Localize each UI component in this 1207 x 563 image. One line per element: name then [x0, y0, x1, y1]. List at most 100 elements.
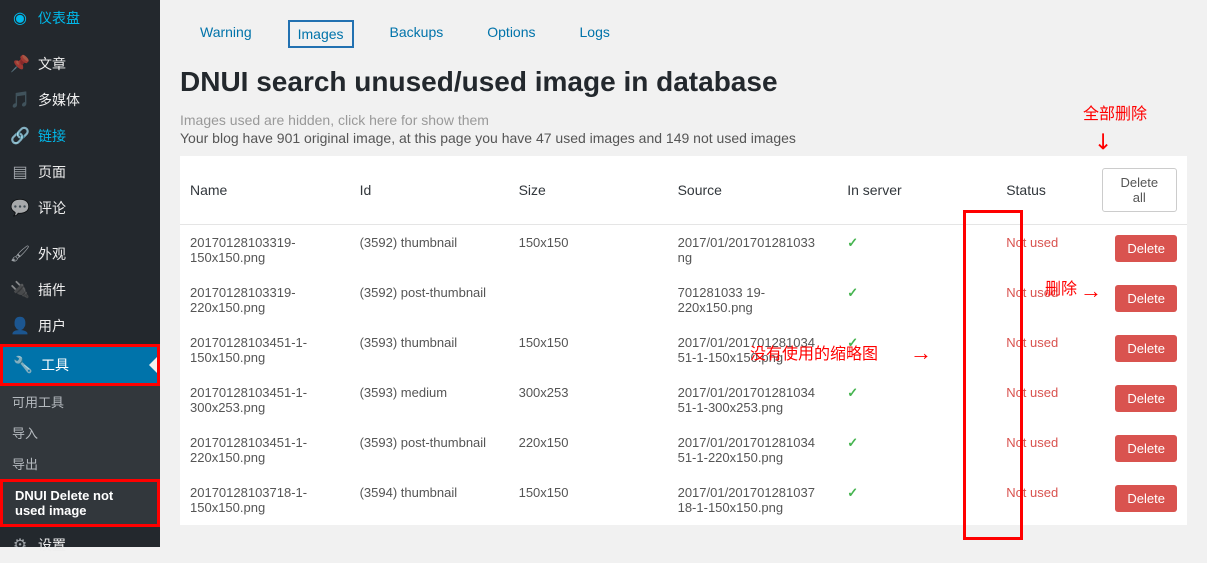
cell-status: Not used: [996, 375, 1091, 425]
tab-bar: Warning Images Backups Options Logs: [180, 10, 1187, 62]
cell-id: (3593) thumbnail: [350, 325, 509, 375]
sidebar-item-links[interactable]: 🔗链接: [0, 118, 160, 154]
cell-action: Delete: [1092, 225, 1187, 276]
settings-icon: ⚙: [10, 535, 30, 555]
cell-id: (3594) thumbnail: [350, 475, 509, 525]
plug-icon: 🔌: [10, 280, 30, 300]
tab-warning[interactable]: Warning: [192, 20, 260, 48]
sidebar-subitem-available[interactable]: 可用工具: [0, 386, 160, 417]
sidebar-item-users[interactable]: 👤用户: [0, 308, 160, 344]
sidebar-subitem-dnui[interactable]: DNUI Delete not used image: [0, 479, 160, 527]
pin-icon: 📌: [10, 54, 30, 74]
show-hidden-hint[interactable]: Images used are hidden, click here for s…: [180, 112, 1187, 128]
cell-inserver: ✓: [837, 275, 996, 325]
check-icon: ✓: [847, 335, 858, 350]
admin-sidebar: ◉仪表盘 📌文章 🎵多媒体 🔗链接 ▤页面 💬评论 🖌外观 🔌插件 👤用户 🔧工…: [0, 0, 160, 547]
cell-inserver: ✓: [837, 325, 996, 375]
cell-status: Not used: [996, 475, 1091, 525]
sidebar-subitem-import[interactable]: 导入: [0, 417, 160, 448]
page-icon: ▤: [10, 162, 30, 182]
images-table: Name Id Size Source In server Status Del…: [180, 156, 1187, 525]
cell-source: 2017/01/201701281034 51-1-300x253.png: [668, 375, 838, 425]
check-icon: ✓: [847, 485, 858, 500]
cell-action: Delete: [1092, 325, 1187, 375]
wrench-icon: 🔧: [13, 355, 33, 375]
check-icon: ✓: [847, 435, 858, 450]
cell-id: (3592) thumbnail: [350, 225, 509, 276]
cell-action: Delete: [1092, 425, 1187, 475]
check-icon: ✓: [847, 235, 858, 250]
table-row: 20170128103718-1-150x150.png(3594) thumb…: [180, 475, 1187, 525]
th-inserver: In server: [837, 156, 996, 225]
check-icon: ✓: [847, 385, 858, 400]
page-title: DNUI search unused/used image in databas…: [180, 66, 1187, 98]
table-row: 20170128103319-150x150.png(3592) thumbna…: [180, 225, 1187, 276]
link-icon: 🔗: [10, 126, 30, 146]
cell-size: 220x150: [509, 425, 668, 475]
cell-source: 701281033 19-220x150.png: [668, 275, 838, 325]
table-row: 20170128103451-1-220x150.png(3593) post-…: [180, 425, 1187, 475]
cell-name: 20170128103451-1-150x150.png: [180, 325, 350, 375]
th-source: Source: [668, 156, 838, 225]
cell-name: 20170128103451-1-300x253.png: [180, 375, 350, 425]
check-icon: ✓: [847, 285, 858, 300]
th-action: Delete all: [1092, 156, 1187, 225]
tab-logs[interactable]: Logs: [572, 20, 618, 48]
dashboard-icon: ◉: [10, 8, 30, 28]
cell-status: Not used: [996, 275, 1091, 325]
sidebar-item-plugins[interactable]: 🔌插件: [0, 272, 160, 308]
cell-name: 20170128103718-1-150x150.png: [180, 475, 350, 525]
tab-backups[interactable]: Backups: [382, 20, 452, 48]
sidebar-submenu-tools: 可用工具 导入 导出 DNUI Delete not used image: [0, 386, 160, 527]
delete-button[interactable]: Delete: [1115, 285, 1177, 312]
cell-size: [509, 275, 668, 325]
tab-images[interactable]: Images: [288, 20, 354, 48]
sidebar-item-dashboard[interactable]: ◉仪表盘: [0, 0, 160, 36]
cell-status: Not used: [996, 225, 1091, 276]
cell-size: 150x150: [509, 325, 668, 375]
delete-button[interactable]: Delete: [1115, 485, 1177, 512]
sidebar-item-tools[interactable]: 🔧工具: [0, 344, 160, 386]
brush-icon: 🖌: [10, 244, 30, 264]
cell-action: Delete: [1092, 475, 1187, 525]
cell-source: 2017/01/201701281033 ng: [668, 225, 838, 276]
table-row: 20170128103319-220x150.png(3592) post-th…: [180, 275, 1187, 325]
sidebar-item-pages[interactable]: ▤页面: [0, 154, 160, 190]
cell-name: 20170128103319-150x150.png: [180, 225, 350, 276]
tab-options[interactable]: Options: [479, 20, 543, 48]
cell-status: Not used: [996, 325, 1091, 375]
sidebar-subitem-export[interactable]: 导出: [0, 448, 160, 479]
cell-source: 2017/01/201701281034 51-1-220x150.png: [668, 425, 838, 475]
th-name: Name: [180, 156, 350, 225]
comment-icon: 💬: [10, 198, 30, 218]
cell-source: 2017/01/201701281037 18-1-150x150.png: [668, 475, 838, 525]
sidebar-item-comments[interactable]: 💬评论: [0, 190, 160, 226]
cell-size: 300x253: [509, 375, 668, 425]
sidebar-item-posts[interactable]: 📌文章: [0, 46, 160, 82]
sidebar-item-settings[interactable]: ⚙设置: [0, 527, 160, 563]
cell-name: 20170128103319-220x150.png: [180, 275, 350, 325]
delete-button[interactable]: Delete: [1115, 385, 1177, 412]
delete-button[interactable]: Delete: [1115, 235, 1177, 262]
table-row: 20170128103451-1-300x253.png(3593) mediu…: [180, 375, 1187, 425]
delete-button[interactable]: Delete: [1115, 435, 1177, 462]
cell-inserver: ✓: [837, 375, 996, 425]
cell-source: 2017/01/201701281034 51-1-150x150.png: [668, 325, 838, 375]
th-status: Status: [996, 156, 1091, 225]
stats-text: Your blog have 901 original image, at th…: [180, 130, 1187, 146]
cell-action: Delete: [1092, 375, 1187, 425]
cell-id: (3593) post-thumbnail: [350, 425, 509, 475]
cell-id: (3592) post-thumbnail: [350, 275, 509, 325]
cell-status: Not used: [996, 425, 1091, 475]
sidebar-item-appearance[interactable]: 🖌外观: [0, 236, 160, 272]
cell-inserver: ✓: [837, 425, 996, 475]
media-icon: 🎵: [10, 90, 30, 110]
delete-button[interactable]: Delete: [1115, 335, 1177, 362]
cell-size: 150x150: [509, 225, 668, 276]
delete-all-button[interactable]: Delete all: [1102, 168, 1177, 212]
th-id: Id: [350, 156, 509, 225]
sidebar-item-media[interactable]: 🎵多媒体: [0, 82, 160, 118]
cell-size: 150x150: [509, 475, 668, 525]
cell-inserver: ✓: [837, 475, 996, 525]
cell-id: (3593) medium: [350, 375, 509, 425]
